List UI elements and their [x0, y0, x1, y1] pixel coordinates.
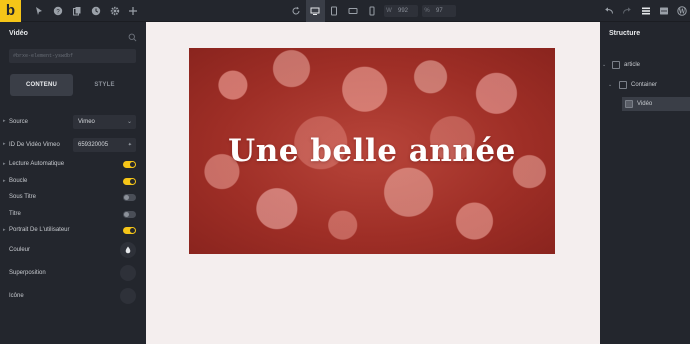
source-select[interactable]: Vimeo ⌄: [73, 115, 136, 129]
loop-row: ▸ Boucle: [0, 177, 146, 187]
portrait-row: ▸ Portrait De L'utilisateur: [0, 226, 146, 236]
zoom-value: 97: [436, 8, 443, 14]
video-element[interactable]: Une belle année: [189, 48, 555, 254]
builder-canvas: Une belle année: [146, 22, 600, 344]
source-value: Vimeo: [78, 119, 95, 125]
icon-row: Icône: [0, 288, 146, 304]
overlay-label: Superposition: [9, 270, 46, 276]
node-label: article: [624, 62, 641, 68]
tablet-landscape-icon[interactable]: [327, 4, 341, 18]
caret-icon: ▸: [3, 161, 6, 167]
structure-node-container[interactable]: ⌄ Container: [600, 78, 690, 92]
title-toggle[interactable]: [123, 211, 136, 218]
icon-picker[interactable]: [120, 288, 136, 304]
top-toolbar: b ? W 992 % 97 W: [0, 0, 690, 22]
autoplay-row: ▸ Lecture Automatique: [0, 160, 146, 170]
element-settings-panel: Vidéo #brxe-element-yswdbf CONTENU STYLE…: [0, 22, 146, 344]
color-row: Couleur: [0, 242, 146, 258]
droplet-icon: [125, 246, 131, 254]
subtitles-label: Sous Titre: [9, 194, 37, 200]
undo-icon[interactable]: [602, 4, 616, 18]
video-id-input[interactable]: 659320005 ✦: [73, 138, 136, 152]
container-icon: [619, 81, 627, 89]
structure-node-article[interactable]: ⌄ article: [600, 58, 690, 72]
search-icon[interactable]: [128, 29, 137, 42]
width-prefix: W: [386, 8, 392, 14]
dynamic-data-icon[interactable]: ✦: [128, 138, 132, 152]
video-icon: [625, 100, 633, 108]
color-picker[interactable]: [120, 242, 136, 258]
overlay-row: Superposition: [0, 265, 146, 281]
structure-list-icon[interactable]: [639, 4, 653, 18]
subtitles-toggle[interactable]: [123, 194, 136, 201]
autoplay-label: Lecture Automatique: [9, 161, 65, 167]
history-icon[interactable]: [89, 4, 103, 18]
chevron-down-icon[interactable]: ⌄: [602, 58, 606, 72]
title-label: Titre: [9, 211, 21, 217]
caret-icon: ▸: [3, 141, 6, 147]
subtitles-row: Sous Titre: [0, 193, 146, 203]
pages-icon[interactable]: [70, 4, 84, 18]
help-icon[interactable]: ?: [51, 4, 65, 18]
refresh-icon[interactable]: [289, 4, 303, 18]
portrait-label: Portrait De L'utilisateur: [9, 227, 70, 233]
canvas-width-input[interactable]: W 992: [384, 5, 418, 17]
chevron-down-icon: ⌄: [126, 119, 132, 125]
video-title-text: Une belle année: [228, 133, 516, 169]
node-label: Container: [631, 82, 658, 88]
title-row: Titre: [0, 210, 146, 220]
structure-panel: Structure ⌄ article ⌄ Container Vidéo: [600, 22, 690, 344]
save-database-icon[interactable]: [657, 4, 671, 18]
caret-icon: ▸: [3, 227, 6, 233]
zoom-prefix: %: [424, 8, 430, 14]
wordpress-icon[interactable]: W: [675, 4, 689, 18]
color-label: Couleur: [9, 247, 31, 253]
chevron-down-icon[interactable]: ⌄: [608, 78, 612, 92]
mobile-icon[interactable]: [365, 4, 379, 18]
tab-style[interactable]: STYLE: [73, 74, 136, 96]
svg-text:W: W: [678, 8, 686, 15]
tab-contenu[interactable]: CONTENU: [10, 74, 73, 96]
canvas-zoom-input[interactable]: % 97: [422, 5, 456, 17]
portrait-toggle[interactable]: [123, 227, 136, 234]
video-id-row: ▸ ID De Vidéo Vimeo 659320005 ✦: [0, 138, 146, 152]
section-icon: [612, 61, 620, 69]
caret-icon: ▸: [3, 178, 6, 184]
icon-label: Icône: [9, 293, 24, 299]
cursor-icon[interactable]: [32, 4, 46, 18]
node-label: Vidéo: [637, 101, 653, 107]
panel-title: Vidéo: [9, 30, 28, 37]
tablet-portrait-icon[interactable]: [346, 4, 360, 18]
video-id-label: ID De Vidéo Vimeo: [9, 142, 60, 148]
autoplay-toggle[interactable]: [123, 161, 136, 168]
structure-title: Structure: [609, 30, 641, 37]
redo-icon[interactable]: [620, 4, 634, 18]
desktop-icon[interactable]: [308, 4, 322, 18]
bricks-logo[interactable]: b: [0, 0, 21, 22]
source-label: Source: [9, 119, 29, 125]
overlay-picker[interactable]: [120, 265, 136, 281]
video-id-value: 659320005: [78, 142, 109, 148]
loop-label: Boucle: [9, 178, 28, 184]
settings-gear-icon[interactable]: [108, 4, 122, 18]
source-row: ▸ Source Vimeo ⌄: [0, 115, 146, 129]
loop-toggle[interactable]: [123, 178, 136, 185]
caret-icon: ▸: [3, 118, 6, 124]
structure-node-video[interactable]: Vidéo: [622, 97, 690, 111]
add-element-plus-icon[interactable]: [126, 4, 140, 18]
element-id-field[interactable]: #brxe-element-yswdbf: [9, 49, 136, 63]
width-value: 992: [398, 8, 409, 14]
